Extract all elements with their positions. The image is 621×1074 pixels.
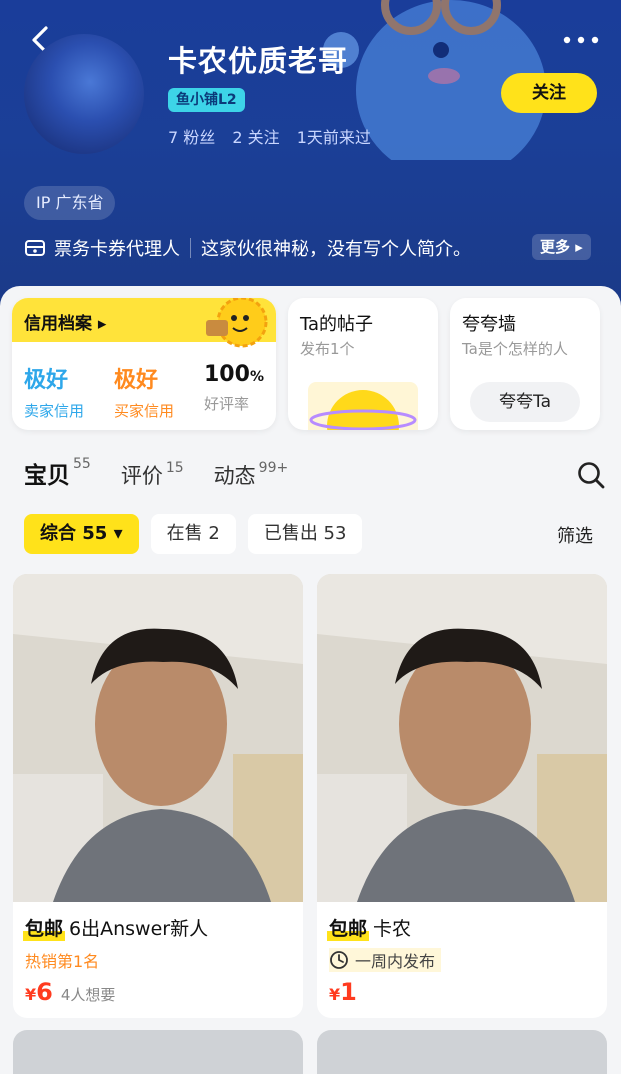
credit-title[interactable]: 信用档案 ▸	[24, 309, 106, 334]
tab-reviews[interactable]: 评价 15	[121, 460, 184, 490]
filter-sold[interactable]: 已售出 53	[247, 514, 363, 554]
seller-credit-label: 卖家信用	[24, 402, 85, 420]
tab-reviews-label: 评价	[120, 464, 163, 488]
seller-credit: 极好 卖家信用	[24, 362, 84, 421]
planet-icon	[308, 382, 418, 430]
product-image	[13, 574, 303, 902]
buyer-credit-value: 极好	[114, 368, 159, 393]
product-card-partial[interactable]	[317, 1030, 607, 1074]
product-card[interactable]: 包邮 6出Answer新人 热销第1名 ¥6 4人想要	[13, 574, 303, 1018]
product-rank: 热销第1名	[25, 952, 100, 971]
filter-all-label: 综合 55	[40, 523, 108, 544]
rating-label: 好评率	[204, 395, 250, 413]
bio-text: 这家伙很神秘，没有写个人简介。	[201, 239, 471, 260]
more-label: 更多	[540, 238, 571, 256]
currency-symbol: ¥	[25, 985, 37, 1004]
free-shipping-tag: 包邮	[22, 914, 66, 941]
product-name: 6出Answer新人	[69, 918, 209, 940]
tab-reviews-count: 15	[165, 460, 184, 476]
tab-items[interactable]: 宝贝 55	[24, 456, 91, 492]
posts-card[interactable]: Ta的帖子 发布1个	[288, 298, 438, 430]
more-button[interactable]: 更多 ▸	[532, 234, 591, 260]
tab-items-label: 宝贝	[24, 456, 70, 492]
clock-icon	[330, 951, 348, 969]
product-card[interactable]: 包邮 卡农 一周内发布 ¥1	[317, 574, 607, 1018]
publish-time-text: 一周内发布	[355, 952, 436, 971]
filter-button[interactable]: 筛选	[557, 522, 593, 548]
filter-all[interactable]: 综合 55 ▾	[24, 514, 139, 554]
praise-wall-title: 夸夸墙	[462, 314, 516, 335]
posts-count: 发布1个	[300, 340, 355, 358]
seller-credit-value: 极好	[24, 368, 69, 393]
role-text: 票务卡券代理人	[54, 239, 180, 260]
credit-profile-card[interactable]: 信用档案 ▸ 极好 卖家信用 极好 买家信用 100% 好评率	[12, 298, 276, 430]
username: 卡农优质老哥	[168, 44, 349, 78]
ip-location: IP 广东省	[24, 186, 116, 220]
free-shipping-tag: 包邮	[326, 914, 370, 941]
search-icon[interactable]	[576, 460, 606, 490]
rating-unit: %	[249, 369, 264, 385]
product-image	[317, 574, 607, 902]
avatar[interactable]	[24, 34, 144, 154]
following-count[interactable]: 2 关注	[232, 128, 279, 147]
profile-intro: 票务卡券代理人 这家伙很神秘，没有写个人简介。	[24, 234, 471, 262]
profile-header: 卡农优质老哥 鱼小铺L2 7 粉丝 2 关注 1天前来过 关注 IP 广东省 票…	[0, 0, 621, 310]
level-badge[interactable]: 鱼小铺L2	[168, 88, 245, 112]
divider	[190, 238, 191, 258]
sun-mascot-icon	[206, 298, 268, 348]
filter-on-sale[interactable]: 在售 2	[150, 514, 236, 554]
filter-bar: 综合 55 ▾ 在售 2 已售出 53	[24, 514, 374, 554]
price-value: 6	[36, 978, 53, 1006]
follow-button[interactable]: 关注	[501, 73, 597, 113]
product-price: ¥1	[329, 978, 357, 1006]
rating-value: 100	[204, 362, 250, 387]
praise-wall-sub: Ta是个怎样的人	[462, 340, 568, 358]
product-title: 包邮 卡农	[326, 914, 412, 941]
praise-wall-card[interactable]: 夸夸墙 Ta是个怎样的人 夸夸Ta	[450, 298, 600, 430]
posts-title: Ta的帖子	[300, 314, 374, 335]
buyer-credit: 极好 买家信用	[114, 362, 174, 421]
buyer-credit-label: 买家信用	[114, 402, 175, 420]
price-value: 1	[340, 978, 357, 1006]
user-stats: 7 粉丝 2 关注 1天前来过	[168, 124, 383, 148]
tab-activity[interactable]: 动态 99+	[214, 460, 289, 490]
content-panel: 信用档案 ▸ 极好 卖家信用 极好 买家信用 100% 好评率 Ta的帖子 发布…	[0, 286, 621, 1074]
tab-activity-count: 99+	[258, 460, 289, 476]
product-title: 包邮 6出Answer新人	[22, 914, 209, 941]
currency-symbol: ¥	[329, 985, 341, 1004]
product-card-partial[interactable]	[13, 1030, 303, 1074]
credit-title-label: 信用档案	[24, 314, 92, 334]
followers-count[interactable]: 7 粉丝	[168, 128, 215, 147]
ticket-icon	[25, 240, 45, 256]
product-publish-time: 一周内发布	[329, 948, 442, 972]
positive-rating: 100% 好评率	[204, 362, 264, 414]
tab-activity-label: 动态	[213, 464, 256, 488]
product-price: ¥6 4人想要	[25, 978, 115, 1006]
last-seen: 1天前来过	[296, 128, 371, 147]
want-count: 4人想要	[60, 986, 116, 1004]
more-options-icon[interactable]	[561, 30, 601, 50]
product-name: 卡农	[373, 918, 412, 940]
praise-button[interactable]: 夸夸Ta	[470, 382, 580, 422]
tab-bar: 宝贝 55 评价 15 动态 99+	[24, 456, 318, 496]
tab-items-count: 55	[73, 456, 91, 472]
